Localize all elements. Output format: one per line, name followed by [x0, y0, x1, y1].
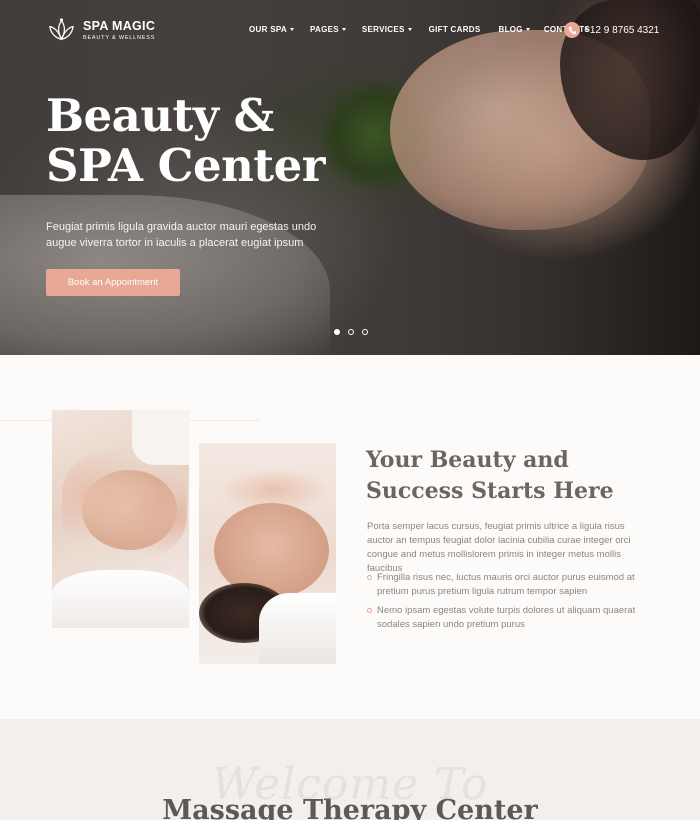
phone-contact[interactable]: +12 9 8765 4321 — [564, 22, 659, 38]
hero-title: Beauty & SPA Center — [46, 91, 325, 191]
logo[interactable]: SPA MAGIC BEAUTY & WELLNESS — [47, 16, 155, 45]
caret-down-icon — [525, 28, 530, 31]
massage-photo-2 — [199, 443, 336, 664]
slider-pagination — [334, 329, 368, 335]
nav-label: GIFT CARDS — [428, 25, 481, 34]
nav-item-services[interactable]: SERVICES — [362, 25, 412, 34]
list-item-text: Nemo ipsam egestas volute turpis dolores… — [377, 605, 636, 630]
nav-label: SERVICES — [361, 25, 405, 34]
list-item-text: Fringilla risus nec, luctus mauris orci … — [377, 572, 635, 597]
nav-label: OUR SPA — [249, 25, 287, 34]
main-nav: OUR SPA PAGES SERVICES GIFT CARDS BLOG C… — [249, 25, 590, 34]
slider-dot-3[interactable] — [362, 329, 368, 335]
brand-tagline: BEAUTY & WELLNESS — [83, 34, 156, 41]
caret-down-icon — [289, 28, 294, 31]
welcome-section: Welcome To Massage Therapy Center — [0, 719, 700, 820]
lotus-logo-icon — [49, 18, 74, 41]
hero-title-line1: Beauty & — [46, 89, 274, 142]
nav-label: PAGES — [309, 25, 339, 34]
list-item: Fringilla risus nec, luctus mauris orci … — [367, 571, 652, 599]
brand-name: SPA MAGIC — [83, 19, 156, 33]
book-appointment-button[interactable]: Book an Appointment — [46, 269, 180, 296]
nav-item-our-spa[interactable]: OUR SPA — [249, 25, 294, 34]
caret-down-icon — [341, 28, 346, 31]
list-item: Nemo ipsam egestas volute turpis dolores… — [367, 604, 652, 632]
bullet-circle-icon — [367, 608, 372, 613]
bullet-circle-icon — [367, 575, 372, 580]
slider-dot-1[interactable] — [334, 329, 340, 335]
about-title-line1: Your Beauty and — [366, 447, 569, 473]
nav-label: BLOG — [498, 25, 523, 34]
hero-subtitle: Feugiat primis ligula gravida auctor mau… — [46, 221, 317, 249]
about-title-line2: Success Starts Here — [366, 478, 614, 504]
caret-down-icon — [407, 28, 412, 31]
phone-number: +12 9 8765 4321 — [584, 24, 660, 36]
about-section: Your Beauty and Success Starts Here Port… — [0, 355, 700, 719]
massage-photo-1 — [52, 410, 189, 628]
welcome-title: Massage Therapy Center — [162, 795, 538, 820]
slider-dot-2[interactable] — [348, 329, 354, 335]
about-title: Your Beauty and Success Starts Here — [366, 445, 666, 507]
phone-icon — [564, 22, 580, 38]
about-paragraph: Porta semper lacus cursus, feugiat primi… — [367, 521, 631, 574]
nav-item-gift-cards[interactable]: GIFT CARDS — [429, 25, 481, 34]
nav-item-pages[interactable]: PAGES — [310, 25, 346, 34]
nav-item-blog[interactable]: BLOG — [499, 25, 530, 34]
hero-title-line2: SPA Center — [46, 139, 325, 192]
site-header: SPA MAGIC BEAUTY & WELLNESS OUR SPA PAGE… — [0, 0, 700, 60]
about-feature-list: Fringilla risus nec, luctus mauris orci … — [367, 571, 652, 637]
